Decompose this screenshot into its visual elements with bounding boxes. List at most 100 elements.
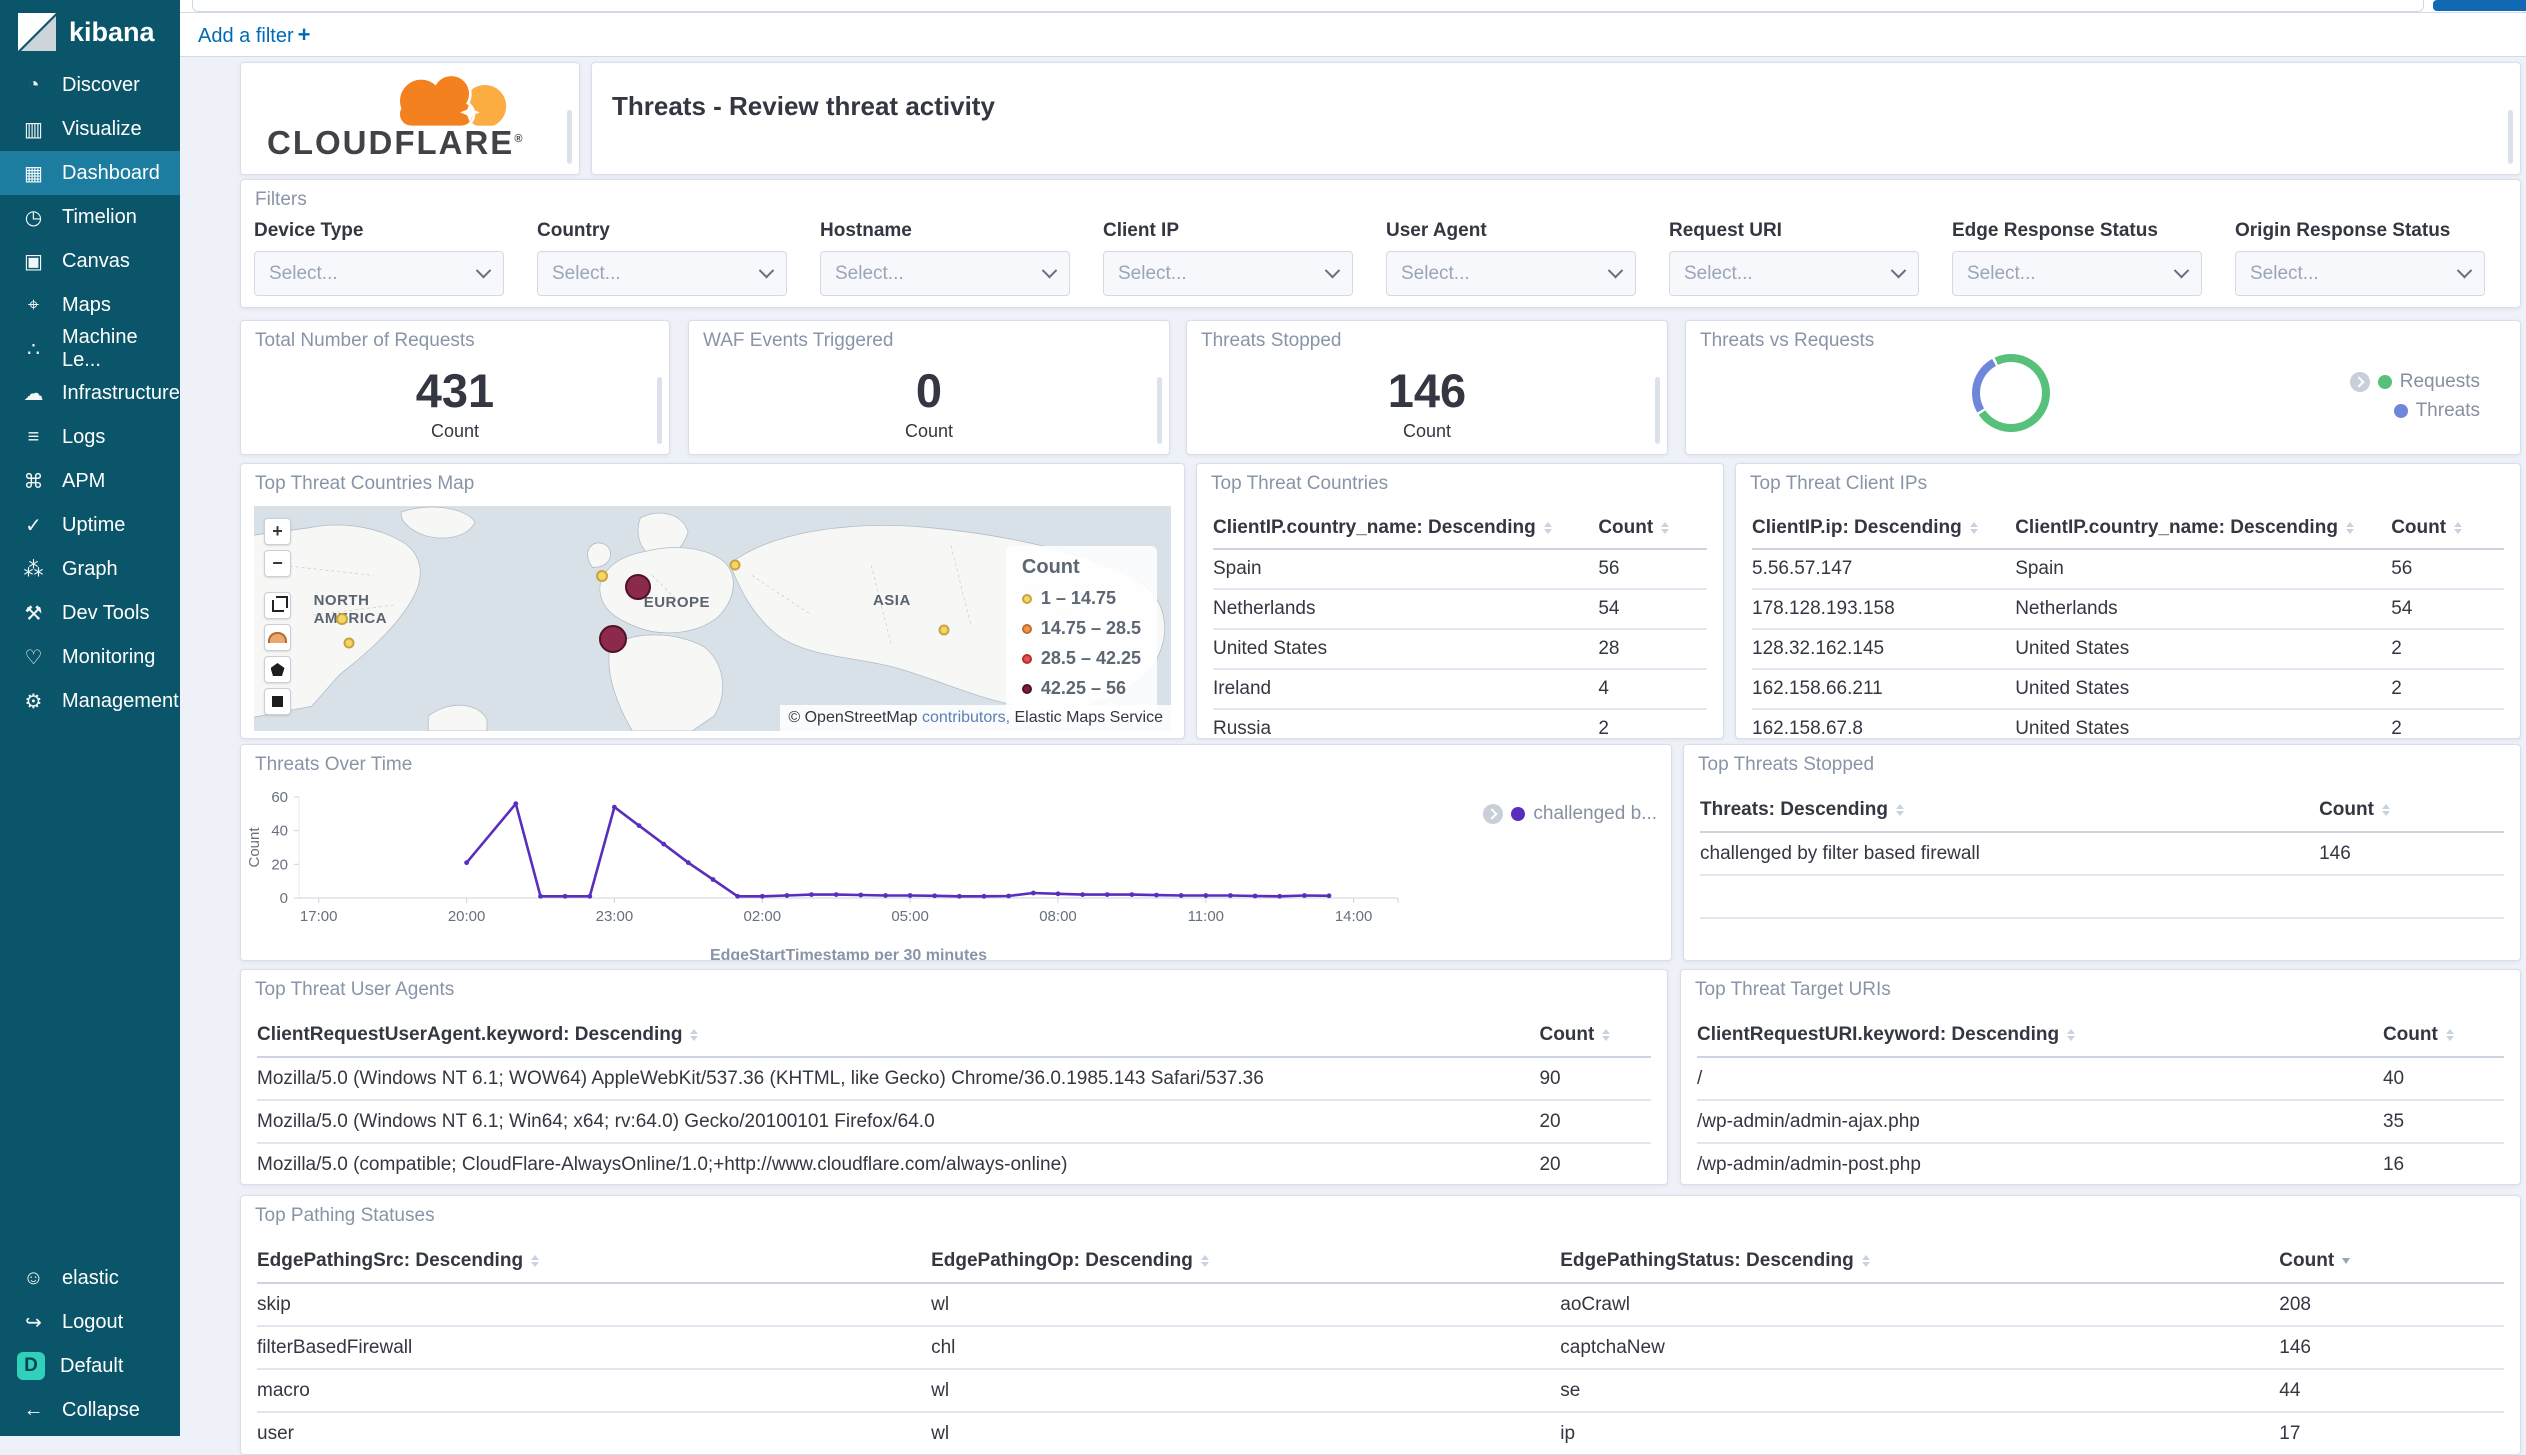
panel-scrollbar[interactable] bbox=[1655, 376, 1660, 444]
draw-dome-button[interactable] bbox=[264, 624, 291, 651]
sidebar-item-elastic[interactable]: ☺ elastic bbox=[0, 1256, 180, 1300]
sidebar-item-infrastructure[interactable]: ☁ Infrastructure bbox=[0, 371, 180, 415]
draw-bounds-button[interactable] bbox=[264, 592, 291, 619]
table-cell: 208 bbox=[2279, 1293, 2311, 1315]
filter-select-country[interactable]: Select... bbox=[537, 251, 787, 296]
sidebar-item-monitoring[interactable]: ♡ Monitoring bbox=[0, 635, 180, 679]
sidebar-item-logout[interactable]: ↪ Logout bbox=[0, 1300, 180, 1344]
zoom-out-button[interactable]: − bbox=[264, 550, 291, 577]
table-cell: 54 bbox=[2391, 598, 2413, 619]
table-cell: 162.158.67.8 bbox=[1752, 718, 1863, 739]
draw-rectangle-button[interactable] bbox=[264, 688, 291, 715]
kibana-logo[interactable]: kibana bbox=[0, 0, 180, 63]
map-point-united-states[interactable] bbox=[343, 637, 355, 649]
column-header[interactable]: ClientIP.ip: Descending bbox=[1752, 517, 2015, 539]
sidebar-item-uptime[interactable]: ✓ Uptime bbox=[0, 503, 180, 547]
sort-icon bbox=[1200, 1255, 1209, 1267]
sidebar-item-dev-tools[interactable]: ⚒ Dev Tools bbox=[0, 591, 180, 635]
update-button-fragment[interactable] bbox=[2433, 0, 2526, 11]
page-title: Threats - Review threat activity bbox=[612, 91, 995, 121]
filter-bar: Add a filter + bbox=[180, 13, 2526, 57]
sidebar-item-label: Visualize bbox=[62, 117, 142, 140]
map-point-netherlands[interactable] bbox=[625, 574, 652, 600]
sidebar-item-discover[interactable]: ◔ Discover bbox=[0, 63, 180, 107]
visualize-icon: ▥ bbox=[24, 118, 43, 141]
sidebar-item-maps[interactable]: ⌖ Maps bbox=[0, 283, 180, 327]
column-header[interactable]: Count bbox=[2279, 1250, 2504, 1272]
sidebar-item-timelion[interactable]: ◷ Timelion bbox=[0, 195, 180, 239]
sidebar-item-visualize[interactable]: ▥ Visualize bbox=[0, 107, 180, 151]
query-bar-bottom-edge[interactable] bbox=[192, 0, 2424, 12]
filter-label: Client IP bbox=[1103, 220, 1180, 241]
column-header[interactable]: ClientRequestUserAgent.keyword: Descendi… bbox=[257, 1024, 1539, 1046]
threats-vs-requests-donut[interactable] bbox=[1972, 353, 2051, 432]
sidebar-item-apm[interactable]: ⌘ APM bbox=[0, 459, 180, 503]
filter-select-hostname[interactable]: Select... bbox=[820, 251, 1070, 296]
panel-title: Top Threat Countries Map bbox=[255, 473, 475, 494]
map-point-ireland[interactable] bbox=[595, 569, 608, 582]
column-header[interactable]: ClientRequestURI.keyword: Descending bbox=[1697, 1024, 2383, 1046]
column-header[interactable]: Count bbox=[1539, 1024, 1651, 1046]
sidebar-item-default[interactable]: D Default bbox=[0, 1344, 180, 1388]
sidebar-item-dashboard[interactable]: ▦ Dashboard bbox=[0, 151, 180, 195]
panel-scrollbar[interactable] bbox=[657, 376, 662, 444]
metric-total-requests-panel: Total Number of Requests 431 Count bbox=[240, 320, 670, 455]
filter-select-user-agent[interactable]: Select... bbox=[1386, 251, 1636, 296]
threats-over-time-chart[interactable]: 0 20 40 60 17:00 20:00 23:00 02:00 05:00 08:00 11:… bbox=[241, 745, 1671, 964]
collapse-icon: ← bbox=[23, 1398, 44, 1421]
column-header[interactable]: Threats: Descending bbox=[1700, 799, 2319, 821]
column-header[interactable]: Count bbox=[1598, 517, 1707, 539]
map-point-united-states[interactable] bbox=[336, 612, 349, 625]
zoom-in-button[interactable]: + bbox=[264, 518, 291, 545]
attribution-link[interactable]: contributors, bbox=[922, 709, 1010, 726]
timelion-icon: ◷ bbox=[24, 206, 43, 229]
table-cell: user bbox=[257, 1422, 294, 1444]
panel-scrollbar[interactable] bbox=[2508, 109, 2513, 164]
map-point-china[interactable] bbox=[938, 624, 950, 636]
add-filter-link[interactable]: Add a filter + bbox=[198, 22, 310, 48]
panel-scrollbar[interactable] bbox=[567, 109, 572, 164]
panel-scrollbar[interactable] bbox=[1157, 376, 1162, 444]
select-placeholder: Select... bbox=[552, 262, 621, 284]
filter-select-origin-response-status[interactable]: Select... bbox=[2235, 251, 2485, 296]
legend-color-dot bbox=[2377, 375, 2392, 389]
table-row: 5.56.57.147 Spain 56 bbox=[1752, 550, 2504, 590]
svg-text:02:00: 02:00 bbox=[744, 908, 782, 925]
sort-icon bbox=[690, 1029, 699, 1041]
legend-item-challenged-by-filter-based-firewall[interactable]: challenged b... bbox=[1483, 803, 1657, 825]
sidebar-item-machine-le[interactable]: ∴ Machine Le... bbox=[0, 326, 180, 371]
column-header[interactable]: ClientIP.country_name: Descending bbox=[2015, 517, 2391, 539]
sidebar-item-collapse[interactable]: ← Collapse bbox=[0, 1388, 180, 1432]
legend-label: Requests bbox=[2399, 371, 2480, 392]
chevron-down-icon bbox=[475, 262, 492, 279]
column-header[interactable]: EdgePathingStatus: Descending bbox=[1560, 1250, 2279, 1272]
column-header[interactable]: Count bbox=[2319, 799, 2504, 821]
column-header[interactable]: EdgePathingOp: Descending bbox=[931, 1250, 1560, 1272]
sort-icon bbox=[2381, 804, 2390, 816]
sort-icon bbox=[1543, 522, 1552, 534]
filter-select-device-type[interactable]: Select... bbox=[254, 251, 504, 296]
draw-polygon-button[interactable] bbox=[264, 656, 291, 683]
map-point-russia[interactable] bbox=[729, 559, 741, 570]
map-point-spain[interactable] bbox=[599, 624, 628, 653]
table-cell: 44 bbox=[2279, 1379, 2301, 1401]
filter-field-request-uri: Request URI Select... bbox=[1669, 220, 1919, 296]
sidebar-item-graph[interactable]: ⁂ Graph bbox=[0, 547, 180, 591]
legend-item-requests[interactable]: Requests bbox=[2349, 371, 2480, 393]
legend-item-threats[interactable]: Threats bbox=[2393, 400, 2480, 422]
sidebar-item-canvas[interactable]: ▣ Canvas bbox=[0, 239, 180, 283]
legend-toggle-icon[interactable] bbox=[1483, 804, 1504, 824]
sidebar-item-management[interactable]: ⚙ Management bbox=[0, 679, 180, 723]
column-header[interactable]: EdgePathingSrc: Descending bbox=[257, 1250, 931, 1272]
table-cell: 178.128.193.158 bbox=[1752, 598, 1895, 619]
filter-select-edge-response-status[interactable]: Select... bbox=[1952, 251, 2202, 296]
filter-select-client-ip[interactable]: Select... bbox=[1103, 251, 1353, 296]
column-header[interactable]: Count bbox=[2383, 1024, 2504, 1046]
legend-toggle-icon[interactable] bbox=[2349, 372, 2370, 392]
world-map[interactable]: NORTH AMERICA EUROPE ASIA Count 1 – 14.75 14… bbox=[254, 506, 1171, 731]
panel-title: Top Pathing Statuses bbox=[255, 1205, 435, 1226]
column-header[interactable]: ClientIP.country_name: Descending bbox=[1213, 517, 1598, 539]
filter-select-request-uri[interactable]: Select... bbox=[1669, 251, 1919, 296]
sidebar-item-logs[interactable]: ≡ Logs bbox=[0, 415, 180, 459]
column-header[interactable]: Count bbox=[2391, 517, 2504, 539]
